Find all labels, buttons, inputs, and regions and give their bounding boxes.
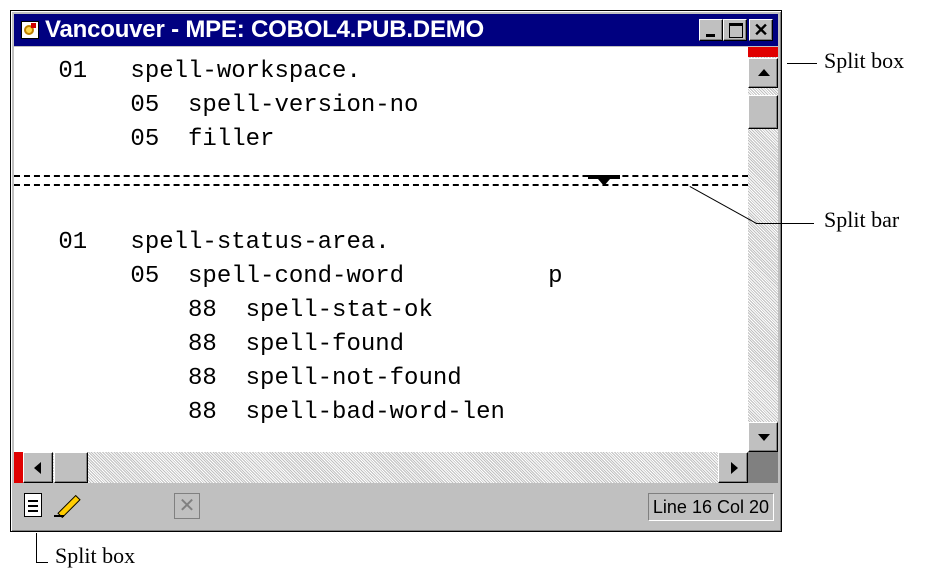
callout-split-box-bottom: Split box [55,543,136,568]
horizontal-split-box[interactable] [14,452,23,483]
code-line: 01 spell-status-area. [44,229,390,256]
vertical-scrollbar[interactable] [748,47,778,452]
top-editor-pane[interactable]: 01 spell-workspace. 05 spell-version-no … [14,47,748,175]
split-bar[interactable] [14,175,778,186]
callout-line [787,63,817,64]
callout-split-box-top: Split box [824,48,905,73]
code-line: 05 spell-version-no [44,92,419,119]
pencil-icon[interactable] [54,493,82,517]
bottom-editor-pane[interactable]: 01 spell-status-area. 05 spell-cond-word… [14,186,748,452]
document-icon[interactable] [24,493,42,517]
horizontal-scrollbar[interactable] [14,452,748,483]
minimize-button[interactable] [699,19,723,41]
code-line: 05 filler [44,126,275,153]
split-bar-handle-icon[interactable] [588,175,620,186]
vertical-scroll-thumb[interactable] [748,95,778,129]
callout-line [756,223,814,224]
scroll-down-button[interactable] [748,422,778,452]
code-line: 88 spell-found [44,331,405,358]
close-button[interactable]: ✕ [749,19,773,41]
scroll-up-button[interactable] [748,58,778,88]
code-line: 05 spell-cond-word p [44,263,563,290]
code-line: 88 spell-bad-word-len [44,399,505,426]
code-line: 01 spell-workspace. [44,58,361,85]
maximize-button[interactable] [723,19,747,41]
horizontal-scroll-thumb[interactable] [54,452,88,483]
title-bar[interactable]: Vancouver - MPE: COBOL4.PUB.DEMO ✕ [14,14,778,46]
editor-window: Vancouver - MPE: COBOL4.PUB.DEMO ✕ 01 sp… [10,10,782,532]
cancel-icon[interactable]: ✕ [174,493,200,519]
callout-split-bar: Split bar [824,207,900,232]
top-pane-code[interactable]: 01 spell-workspace. 05 spell-version-no … [14,47,748,157]
status-bar: ✕ Line 16 Col 20 [14,485,778,527]
scroll-left-button[interactable] [23,452,53,483]
vertical-split-box[interactable] [748,47,778,57]
callout-line [36,533,37,562]
app-icon[interactable] [21,21,39,39]
editor-client-area[interactable]: 01 spell-workspace. 05 spell-version-no … [14,47,778,452]
code-line: 88 spell-stat-ok [44,297,433,324]
window-title: Vancouver - MPE: COBOL4.PUB.DEMO [45,16,485,43]
scrollbar-corner [748,452,778,483]
bottom-pane-code[interactable]: 01 spell-status-area. 05 spell-cond-word… [14,186,748,430]
code-line: 88 spell-not-found [44,365,462,392]
callout-line [36,562,48,563]
scroll-right-button[interactable] [718,452,748,483]
cursor-position: Line 16 Col 20 [647,493,774,521]
